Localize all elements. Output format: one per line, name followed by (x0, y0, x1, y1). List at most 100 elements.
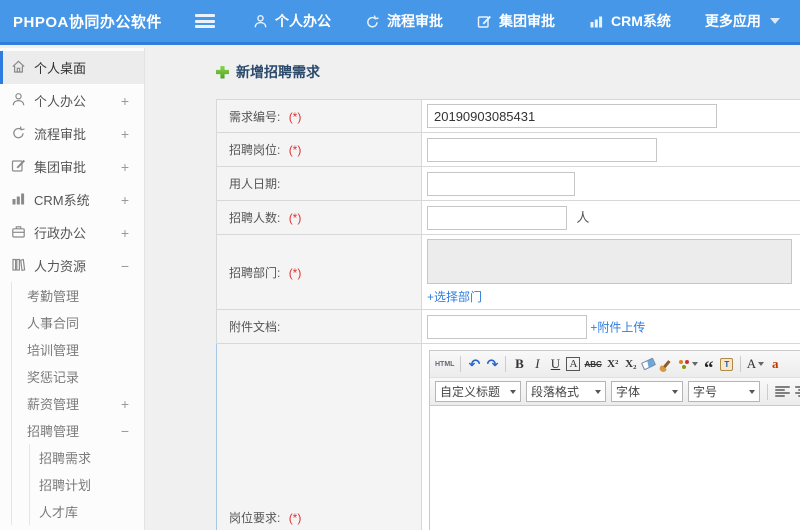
expand-toggle[interactable]: + (121, 126, 129, 142)
sidebar-item-salary-mgmt[interactable]: 薪资管理 + (12, 390, 144, 417)
headcount-input[interactable] (427, 205, 567, 230)
caret-down-icon (769, 18, 780, 24)
align-center-icon[interactable] (795, 385, 800, 398)
html-source-button[interactable]: HTML (435, 354, 454, 374)
nav-crm-system[interactable]: CRM系统 (589, 11, 671, 31)
nav-group-approval[interactable]: 集团审批 (477, 11, 555, 31)
app-logo: PHPOA协同办公软件 (13, 13, 162, 31)
editor-toolbar-row2: 自定义标题 段落格式 字体 字号 (430, 378, 800, 406)
attachment-input[interactable] (427, 314, 587, 339)
subscript-button[interactable]: X₂ (624, 354, 638, 374)
sidebar-item-recruit-demand[interactable]: 招聘需求 (30, 444, 144, 471)
strikethrough-button[interactable]: ABC (584, 354, 601, 374)
toolbar-separator (460, 356, 462, 372)
nav-label: 更多应用 (704, 13, 761, 29)
dropdown-label: 字体 (616, 385, 641, 399)
expand-toggle[interactable]: + (121, 396, 129, 412)
sidebar-item-label: 招聘计划 (39, 478, 92, 493)
collapse-toggle[interactable]: − (121, 423, 129, 439)
sidebar-item-label: 奖惩记录 (27, 370, 80, 385)
sidebar-item-label: 招聘需求 (39, 451, 92, 466)
sidebar-item-crm-system[interactable]: CRM系统 + (0, 183, 144, 216)
attachment-upload-link[interactable]: +附件上传 (590, 320, 645, 334)
undo-icon[interactable]: ↶ (467, 354, 481, 374)
color-palette-icon[interactable] (678, 354, 698, 374)
sidebar-item-label: CRM系统 (34, 193, 90, 208)
field-label: 需求编号: (229, 109, 281, 124)
rich-text-editor: HTML ↶ ↷ B I U A ABC X² X₂ “ T A a 自定义标题… (429, 350, 800, 530)
sidebar-item-label: 人事合同 (27, 316, 80, 331)
highlight-color-button[interactable]: a (768, 354, 782, 374)
sidebar-item-label: 人才库 (39, 505, 79, 520)
editor-content-area[interactable] (430, 406, 800, 530)
sidebar-item-talent-pool[interactable]: 人才库 (30, 498, 144, 525)
format-brush-icon[interactable] (660, 354, 674, 374)
custom-title-dropdown[interactable]: 自定义标题 (435, 381, 521, 402)
blockquote-button[interactable]: “ (702, 354, 716, 378)
nav-more-apps[interactable]: 更多应用 (705, 11, 780, 31)
toolbar-separator (767, 383, 768, 400)
paste-as-text-icon[interactable]: T (720, 354, 734, 374)
table-row: 岗位要求: (*) HTML ↶ ↷ B I U A ABC X² X₂ “ T… (216, 343, 800, 530)
sidebar-item-label: 考勤管理 (27, 289, 80, 304)
sidebar-item-attendance-mgmt[interactable]: 考勤管理 (12, 282, 144, 309)
bold-button[interactable]: B (512, 354, 526, 374)
select-department-link[interactable]: +选择部门 (427, 288, 482, 305)
sidebar-item-reward-punishment[interactable]: 奖惩记录 (12, 363, 144, 390)
sidebar-item-label: 个人办公 (34, 94, 87, 109)
field-label: 附件文档: (229, 320, 281, 334)
redo-icon[interactable]: ↷ (485, 354, 499, 374)
sidebar-item-label: 行政办公 (34, 226, 87, 241)
sidebar-item-personal-office[interactable]: 个人办公 + (0, 84, 144, 117)
table-row: 招聘岗位: (*) (216, 132, 800, 167)
sidebar-item-recruit-plan[interactable]: 招聘计划 (30, 471, 144, 498)
italic-button[interactable]: I (530, 354, 544, 374)
superscript-button[interactable]: X² (606, 354, 620, 374)
hamburger-menu-icon[interactable] (195, 14, 215, 28)
sidebar-item-human-resources[interactable]: 人力资源 − (0, 249, 144, 282)
dropdown-label: 自定义标题 (440, 385, 501, 399)
caret-down-icon (749, 389, 755, 394)
user-icon (11, 92, 34, 110)
font-style-button[interactable]: A (566, 357, 581, 371)
table-row: 招聘部门: (*) +选择部门 (216, 234, 800, 310)
top-bar: PHPOA协同办公软件 个人办公 流程审批 集团审批 CRM系统 更多应用 (0, 0, 800, 45)
expand-toggle[interactable]: + (121, 192, 129, 208)
sidebar-item-recruit-mgmt[interactable]: 招聘管理 − (12, 417, 144, 444)
underline-button[interactable]: U (548, 354, 562, 374)
recruit-dept-textarea[interactable] (427, 239, 792, 284)
font-family-dropdown[interactable]: 字体 (611, 381, 683, 402)
sidebar-item-training-mgmt[interactable]: 培训管理 (12, 336, 144, 363)
caret-down-icon (510, 389, 516, 394)
paragraph-format-dropdown[interactable]: 段落格式 (526, 381, 606, 402)
eraser-icon[interactable] (641, 354, 657, 374)
sidebar-item-label: 招聘管理 (27, 424, 80, 439)
table-row: 附件文档: +附件上传 (216, 309, 800, 344)
nav-label: 流程审批 (387, 13, 443, 29)
bar-chart-icon (589, 14, 604, 29)
caret-down-icon (595, 389, 601, 394)
edit-icon (11, 158, 34, 176)
briefcase-icon (11, 224, 34, 242)
nav-label: 个人办公 (275, 13, 331, 29)
expand-toggle[interactable]: + (121, 93, 129, 109)
nav-personal-office[interactable]: 个人办公 (253, 11, 331, 31)
collapse-toggle[interactable]: − (121, 258, 129, 274)
sidebar-item-workflow-approval[interactable]: 流程审批 + (0, 117, 144, 150)
field-label: 招聘人数: (229, 211, 281, 225)
font-color-button[interactable]: A (747, 354, 765, 374)
sidebar-item-admin-office[interactable]: 行政办公 + (0, 216, 144, 249)
nav-workflow-approval[interactable]: 流程审批 (365, 11, 443, 31)
sidebar-item-personal-desktop[interactable]: 个人桌面 (0, 51, 144, 84)
demand-code-input[interactable] (427, 104, 717, 128)
expand-toggle[interactable]: + (121, 225, 129, 241)
sidebar-item-group-approval[interactable]: 集团审批 + (0, 150, 144, 183)
align-left-icon[interactable] (775, 385, 790, 398)
font-size-dropdown[interactable]: 字号 (688, 381, 760, 402)
home-icon (11, 59, 34, 77)
expand-toggle[interactable]: + (121, 159, 129, 175)
sidebar-item-hr-contract[interactable]: 人事合同 (12, 309, 144, 336)
hire-date-input[interactable] (427, 171, 575, 196)
edit-icon (477, 14, 492, 29)
recruit-post-input[interactable] (427, 137, 657, 162)
